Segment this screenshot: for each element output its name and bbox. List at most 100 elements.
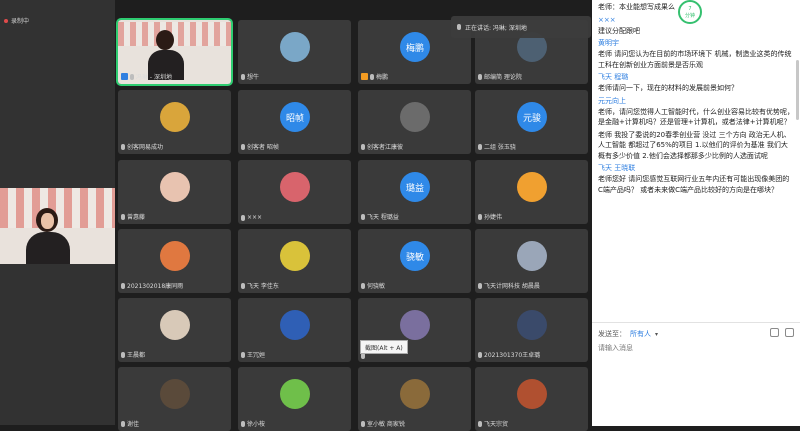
participant-name: 冯琳 - 深圳地 xyxy=(136,74,172,81)
screenshot-tooltip: 截图(Alt + A) xyxy=(360,340,408,354)
participant-label: 孙婕伟 xyxy=(478,212,502,221)
chevron-down-icon[interactable]: ▾ xyxy=(655,331,658,338)
participant-name: 曾惠藤 xyxy=(127,214,146,221)
participant-tile[interactable]: ××× xyxy=(238,160,351,224)
mic-icon xyxy=(241,351,245,358)
participant-label: 谢佳 xyxy=(121,419,139,428)
avatar xyxy=(517,379,547,409)
participant-name: 2021301370王卓璐 xyxy=(484,352,541,359)
participant-tile[interactable]: 飞天宗贸 xyxy=(475,367,588,431)
send-to-selector[interactable]: 发送至： 所有人 ▾ xyxy=(598,329,658,339)
participant-name: 飞天宗贸 xyxy=(484,421,509,428)
participant-tile[interactable]: 昭帧创客者 昭帧 xyxy=(238,90,351,154)
participant-tile[interactable]: 徐小桉 xyxy=(238,367,351,431)
chat-input[interactable] xyxy=(598,343,788,403)
chat-message: 老师请问一下，现在的材料的发展前景如何？ xyxy=(598,84,738,92)
participant-tile[interactable]: 王晨都 xyxy=(118,298,231,362)
left-panel: 录制中 xyxy=(0,0,115,425)
host-badge-icon xyxy=(121,73,128,80)
participant-name: 创客者 昭帧 xyxy=(247,144,279,151)
mic-icon xyxy=(478,351,482,358)
send-to-target[interactable]: 所有人 xyxy=(630,329,651,339)
avatar: 骁敏 xyxy=(400,241,430,271)
file-icon[interactable] xyxy=(785,328,794,337)
compose-toolbar xyxy=(770,328,794,337)
mic-icon xyxy=(457,24,461,30)
participant-name: 想牛 xyxy=(247,74,260,81)
participant-tile[interactable]: 璐益 飞天 程璐益 xyxy=(358,160,471,224)
participant-tile[interactable]: 创客网易成功 xyxy=(118,90,231,154)
participant-tile[interactable]: 2021302018康同雨 xyxy=(118,229,231,293)
mic-icon xyxy=(478,143,482,150)
mic-icon xyxy=(121,213,125,220)
timer-unit: 分钟 xyxy=(684,12,695,19)
avatar xyxy=(280,379,310,409)
participant-label: 梅鹏 xyxy=(361,72,388,81)
mic-icon xyxy=(478,73,482,80)
mic-icon xyxy=(121,351,125,358)
chat-message-list[interactable]: 老师：本业能想写成果么 ××× 建议分配跟吧 黄明宇 老师 请问您认为在目前的市场环境下… xyxy=(592,0,800,320)
participant-label: 曾惠藤 xyxy=(121,212,145,221)
participant-label: 飞天宗贸 xyxy=(478,419,508,428)
avatar xyxy=(280,32,310,62)
participant-tile[interactable]: 骁敏何骁敏 xyxy=(358,229,471,293)
participant-tile[interactable]: 创客者江康彼 xyxy=(358,90,471,154)
chat-message: 建议分配跟吧 xyxy=(598,26,640,35)
chat-message: 老师 我投了委说的20春季创业营 没过 三个方向 政治无人机、人工智能 都超过了… xyxy=(598,130,791,160)
participant-label: 何骁敏 xyxy=(361,281,385,290)
mic-icon xyxy=(241,214,245,221)
participant-tile[interactable]: 想牛 xyxy=(238,20,351,84)
participant-tile[interactable]: 谢佳 xyxy=(118,367,231,431)
participant-tile[interactable]: 王冗姮 xyxy=(238,298,351,362)
avatar xyxy=(517,241,547,271)
mic-icon xyxy=(361,282,365,289)
participant-label: 王晨都 xyxy=(121,350,145,359)
participant-label: 创客者 昭帧 xyxy=(241,142,279,151)
participant-name: 谢佳 xyxy=(127,421,140,428)
participant-name: 王冗姮 xyxy=(247,352,266,359)
participant-name: 孙婕伟 xyxy=(484,214,503,221)
participant-tile[interactable]: 室小敏 商家锐 xyxy=(358,367,471,431)
participant-name: ××× xyxy=(247,214,263,221)
participant-label: 创客网易成功 xyxy=(121,142,163,151)
participant-name: 王晨都 xyxy=(127,352,146,359)
participant-tile[interactable]: 孙婕伟 xyxy=(475,160,588,224)
avatar xyxy=(517,310,547,340)
participant-label: 2021302018康同雨 xyxy=(121,281,183,290)
avatar xyxy=(517,172,547,202)
participant-tile[interactable]: 2021301370王卓璐 xyxy=(475,298,588,362)
avatar: 元骏 xyxy=(517,102,547,132)
participant-label: 飞天 程璐益 xyxy=(361,212,399,221)
chat-message: 老师 请问您认为在目前的市场环境下 机械，制造业这类的传统工科在创新创业方面前景… xyxy=(598,50,792,69)
chat-message: 老师，请问您觉得人工智能时代，什么创业容易比较有优势呢，是金融+计算机吗？还是管… xyxy=(598,107,794,127)
chat-sender[interactable]: 飞天 程璐 xyxy=(598,72,794,83)
participant-tile[interactable]: 飞天 李佳东 xyxy=(238,229,351,293)
participant-name: 飞天 程璐益 xyxy=(367,214,399,221)
participant-label: 飞天计网科技 胡晨晨 xyxy=(478,281,540,290)
participant-label: 邮编简 理论院 xyxy=(478,72,522,81)
chat-sender[interactable]: 黄明宇 xyxy=(598,38,794,49)
chat-scrollbar[interactable] xyxy=(796,60,799,120)
meeting-timer: 7 分钟 xyxy=(678,0,702,24)
avatar xyxy=(160,241,190,271)
recording-label: 录制中 xyxy=(11,18,30,25)
participant-name: 飞天计网科技 胡晨晨 xyxy=(484,283,540,290)
chat-sender[interactable]: 飞天 王晓联 xyxy=(598,163,794,174)
avatar: 昭帧 xyxy=(280,102,310,132)
mic-icon xyxy=(121,282,125,289)
participant-tile[interactable]: 曾惠藤 xyxy=(118,160,231,224)
participant-tile[interactable]: 冯琳 - 深圳地 xyxy=(116,18,233,86)
speaking-text: 正在讲话: 冯琳; 深圳地 xyxy=(465,24,527,32)
mic-icon xyxy=(241,143,245,150)
participant-label: 徐小桉 xyxy=(241,419,265,428)
mic-icon xyxy=(241,282,245,289)
participant-tile[interactable]: 元骏 二组 张玉骁 xyxy=(475,90,588,154)
participant-tile[interactable]: 飞天计网科技 胡晨晨 xyxy=(475,229,588,293)
recording-indicator: 录制中 xyxy=(4,16,29,25)
participant-label: ××× xyxy=(241,214,262,221)
chat-sender[interactable]: 元元向上 xyxy=(598,96,794,107)
participant-name: 室小敏 商家锐 xyxy=(367,421,405,428)
mic-icon xyxy=(361,213,365,220)
image-icon[interactable] xyxy=(770,328,779,337)
self-video-preview[interactable] xyxy=(0,188,115,264)
